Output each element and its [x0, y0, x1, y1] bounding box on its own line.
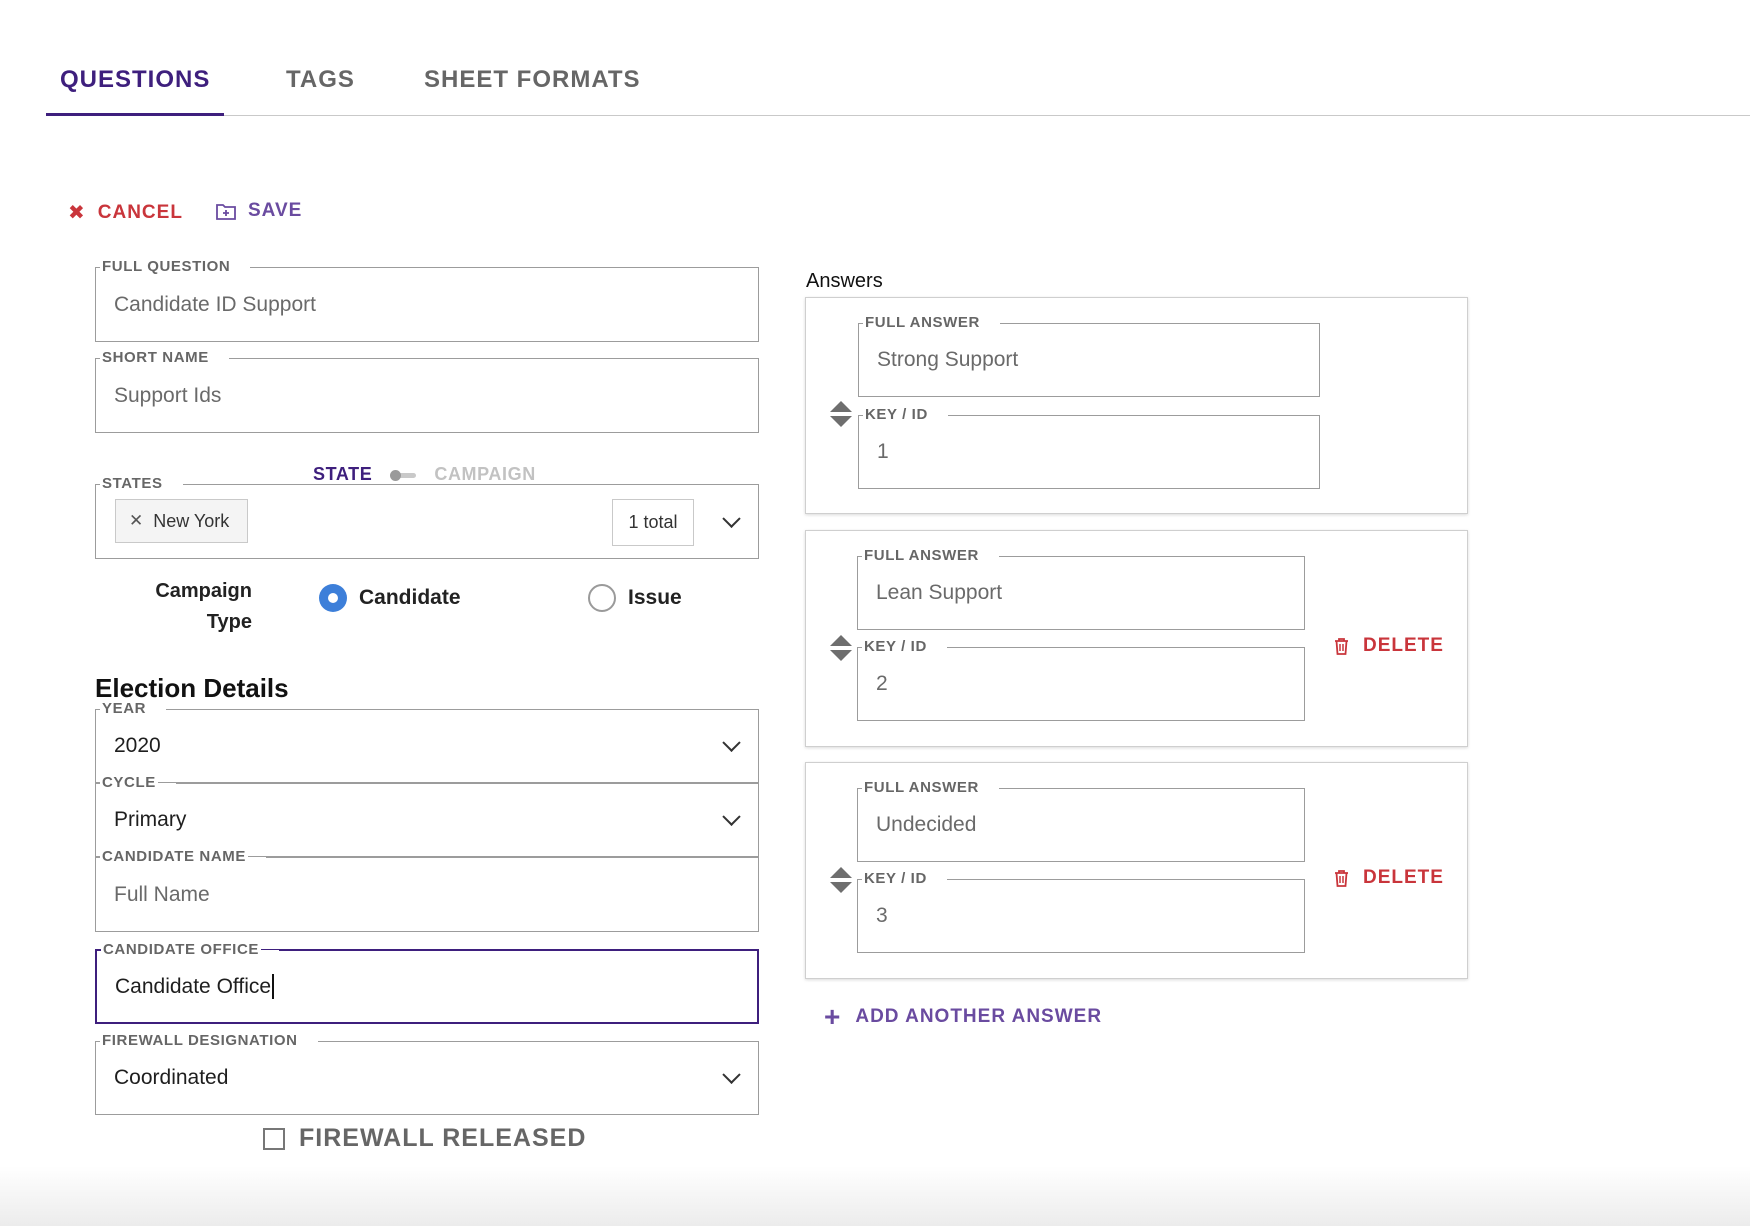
full-answer-value: Lean Support — [876, 581, 1003, 604]
add-another-answer-label: ADD ANOTHER ANSWER — [855, 1006, 1103, 1027]
key-id-value: 3 — [876, 904, 888, 927]
tab-bar: QUESTIONS TAGS SHEET FORMATS — [46, 60, 1750, 116]
chevron-down-icon[interactable] — [722, 509, 741, 528]
cycle-select[interactable]: CYCLE Primary — [95, 774, 759, 857]
tab-sheet-formats[interactable]: SHEET FORMATS — [410, 60, 655, 116]
states-label: STATES — [100, 475, 182, 492]
tab-tags[interactable]: TAGS — [272, 60, 369, 116]
firewall-designation-value: Coordinated — [114, 1066, 229, 1089]
campaign-type-label: Campaign Type — [155, 580, 252, 633]
full-question-value: Candidate ID Support — [114, 292, 316, 316]
firewall-released-checkbox[interactable]: FIREWALL RELEASED — [263, 1124, 586, 1153]
bottom-fade — [0, 1166, 1750, 1226]
full-answer-field[interactable]: FULL ANSWER Lean Support — [857, 547, 1305, 630]
answer-card: FULL ANSWER Undecided KEY / ID 3 DELETE — [805, 762, 1468, 979]
year-value: 2020 — [114, 734, 161, 757]
tab-questions[interactable]: QUESTIONS — [46, 60, 225, 116]
firewall-designation-select[interactable]: FIREWALL DESIGNATION Coordinated — [95, 1032, 759, 1115]
cycle-value: Primary — [114, 808, 187, 831]
radio-candidate-label: Candidate — [359, 586, 461, 609]
full-answer-field[interactable]: FULL ANSWER Strong Support — [858, 314, 1320, 397]
drag-handle-icon[interactable] — [830, 401, 852, 427]
add-another-answer-button[interactable]: + ADD ANOTHER ANSWER — [824, 1001, 1103, 1032]
toggle-label-state: STATE — [313, 464, 373, 484]
trash-icon — [1335, 638, 1348, 655]
cancel-button[interactable]: ✖ CANCEL — [68, 200, 183, 225]
scope-switch[interactable] — [390, 469, 417, 481]
radio-issue-label: Issue — [628, 586, 682, 609]
candidate-office-field[interactable]: CANDIDATE OFFICE Candidate Office — [95, 941, 759, 1024]
full-answer-value: Strong Support — [877, 348, 1019, 371]
answers-title: Answers — [806, 270, 883, 292]
delete-answer-button[interactable]: DELETE — [1334, 867, 1444, 889]
drag-handle-icon[interactable] — [830, 635, 852, 661]
full-question-field[interactable]: FULL QUESTION Candidate ID Support — [95, 258, 759, 342]
radio-unchecked-icon — [588, 584, 616, 612]
cancel-label: CANCEL — [97, 201, 183, 223]
state-chip-label: New York — [153, 510, 230, 531]
state-chip: ✕ New York — [115, 499, 248, 543]
scope-toggle: STATE CAMPAIGN — [313, 464, 536, 485]
key-id-value: 2 — [876, 672, 888, 695]
short-name-value: Support Ids — [114, 383, 222, 407]
delete-answer-button[interactable]: DELETE — [1334, 635, 1444, 657]
radio-checked-icon — [319, 584, 347, 612]
toggle-label-campaign: CAMPAIGN — [434, 464, 536, 484]
close-icon: ✖ — [68, 202, 86, 224]
checkbox-icon — [263, 1127, 285, 1150]
save-button[interactable]: SAVE — [216, 200, 302, 222]
candidate-name-placeholder: Full Name — [114, 882, 210, 906]
answer-card: FULL ANSWER Strong Support KEY / ID 1 — [805, 297, 1468, 514]
firewall-released-label: FIREWALL RELEASED — [299, 1124, 587, 1152]
radio-candidate[interactable]: Candidate — [319, 584, 461, 612]
key-id-field[interactable]: KEY / ID 2 — [857, 638, 1305, 721]
year-select[interactable]: YEAR 2020 — [95, 700, 759, 783]
candidate-office-input: Candidate Office — [115, 951, 275, 1022]
full-answer-value: Undecided — [876, 813, 977, 836]
short-name-field[interactable]: SHORT NAME Support Ids — [95, 349, 759, 433]
drag-handle-icon[interactable] — [830, 867, 852, 893]
key-id-value: 1 — [877, 440, 889, 463]
trash-icon — [1335, 870, 1348, 887]
key-id-field[interactable]: KEY / ID 1 — [858, 406, 1320, 489]
radio-issue[interactable]: Issue — [588, 584, 682, 612]
key-id-field[interactable]: KEY / ID 3 — [857, 870, 1305, 953]
full-answer-field[interactable]: FULL ANSWER Undecided — [857, 779, 1305, 862]
candidate-name-field[interactable]: CANDIDATE NAME Full Name — [95, 848, 759, 932]
chevron-down-icon — [722, 733, 741, 752]
chevron-down-icon — [722, 1065, 741, 1084]
plus-icon: + — [824, 1001, 842, 1032]
chevron-down-icon — [722, 807, 741, 826]
remove-chip-icon[interactable]: ✕ — [129, 511, 143, 531]
save-folder-icon — [216, 203, 236, 220]
save-label: SAVE — [248, 200, 303, 221]
answer-card: FULL ANSWER Lean Support KEY / ID 2 DELE… — [805, 530, 1468, 747]
states-total-badge: 1 total — [612, 499, 694, 546]
